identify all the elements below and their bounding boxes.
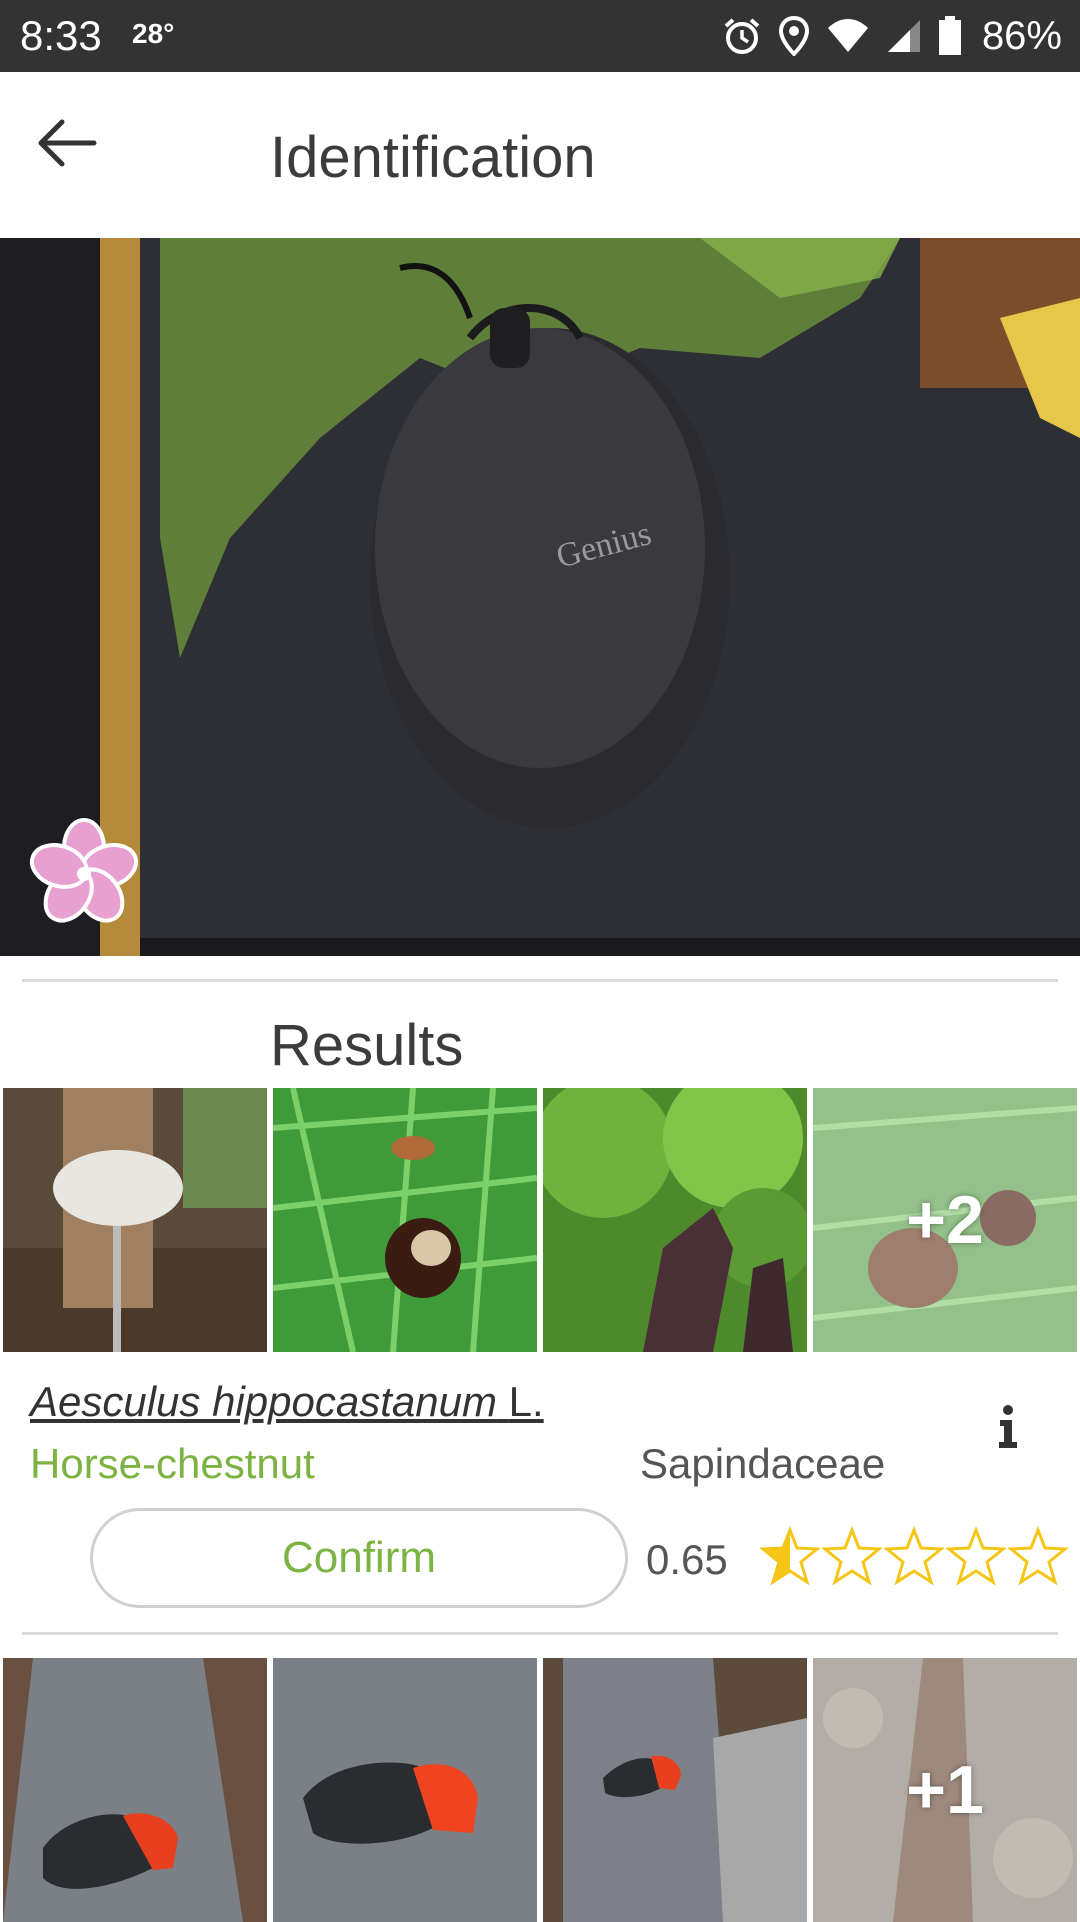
star-empty-icon — [822, 1526, 882, 1586]
star-rating — [760, 1526, 1068, 1586]
result-thumbnails: +2 — [3, 1088, 1077, 1352]
more-count: +2 — [813, 1088, 1077, 1352]
status-time: 8:33 — [20, 12, 102, 59]
page-title: Identification — [270, 125, 596, 190]
divider — [22, 1632, 1058, 1635]
signal-icon — [887, 20, 920, 52]
star-half-icon — [760, 1526, 820, 1586]
scientific-name: Aesculus hippocastanum — [30, 1378, 497, 1425]
result-thumbnail[interactable] — [273, 1658, 537, 1922]
status-temperature: 28° — [132, 18, 175, 49]
result-thumbnail-more[interactable]: +2 — [813, 1088, 1077, 1352]
alarm-icon — [724, 18, 760, 54]
info-icon[interactable] — [990, 1404, 1026, 1450]
divider — [22, 979, 1058, 982]
score-value: 0.65 — [646, 1536, 728, 1583]
location-icon — [778, 16, 809, 56]
result-thumbnail[interactable] — [3, 1658, 267, 1922]
star-empty-icon — [884, 1526, 944, 1586]
result-thumbnail[interactable] — [543, 1088, 807, 1352]
status-bar: 8:33 28° 86% — [0, 0, 1080, 72]
result-thumbnail-more[interactable]: +1 — [813, 1658, 1077, 1922]
result-thumbnail[interactable] — [543, 1658, 807, 1922]
result-thumbnail[interactable] — [3, 1088, 267, 1352]
more-count: +1 — [813, 1658, 1077, 1922]
status-icons: 86% — [722, 8, 1062, 64]
result-thumbnails: +1 — [3, 1658, 1077, 1922]
scientific-name-link[interactable]: Aesculus hippocastanum L. — [30, 1378, 544, 1426]
wifi-icon — [827, 19, 868, 52]
common-name: Horse-chestnut — [30, 1440, 315, 1487]
result-thumbnail[interactable] — [273, 1088, 537, 1352]
family-name: Sapindaceae — [640, 1440, 886, 1487]
back-button[interactable] — [28, 108, 106, 178]
results-title: Results — [270, 1013, 464, 1078]
flower-icon[interactable] — [28, 818, 140, 930]
arrow-left-icon — [38, 119, 97, 167]
star-empty-icon — [946, 1526, 1006, 1586]
confirm-button[interactable]: Confirm — [90, 1508, 628, 1608]
star-empty-icon — [1008, 1526, 1068, 1586]
author-name: L. — [508, 1378, 544, 1425]
app-bar: Identification — [0, 72, 1080, 238]
battery-icon — [938, 16, 961, 55]
query-photo: Genius — [0, 238, 1080, 956]
battery-percent: 86% — [981, 13, 1062, 58]
